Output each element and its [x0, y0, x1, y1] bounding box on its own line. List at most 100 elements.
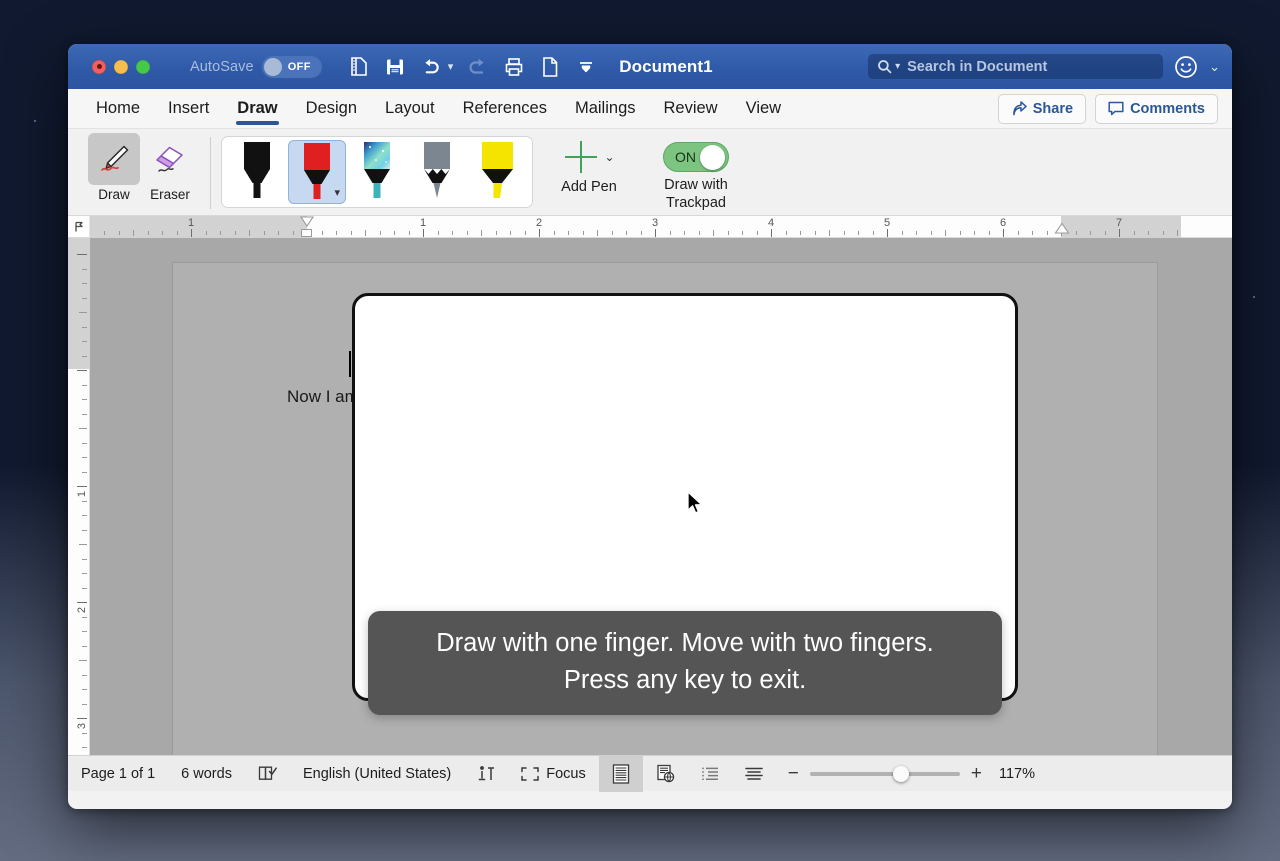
add-pen-chevron-icon[interactable]: ⌄: [604, 150, 614, 164]
accessibility-checker[interactable]: [464, 756, 508, 792]
eraser-tool-label: Eraser: [150, 187, 190, 202]
autosave-state-label: OFF: [288, 61, 311, 73]
first-line-indent-marker[interactable]: [299, 216, 315, 229]
search-input[interactable]: ▾ Search in Document: [868, 54, 1163, 79]
titlebar-right: ▾ Search in Document ⌄: [868, 54, 1220, 80]
web-layout-view[interactable]: [643, 756, 688, 792]
search-icon: [877, 59, 892, 74]
tab-review[interactable]: Review: [650, 89, 732, 129]
eraser-tool-box: [144, 133, 196, 185]
pen-red[interactable]: ▾: [288, 140, 346, 204]
top-margin-zone: [68, 238, 90, 369]
draw-tool[interactable]: Draw: [86, 133, 142, 202]
outline-view[interactable]: [688, 756, 732, 792]
vruler-number: 1: [76, 491, 88, 497]
zoom-slider-knob[interactable]: [893, 766, 909, 782]
document-canvas[interactable]: Now I am going to draw! Draw with one fi…: [90, 238, 1232, 755]
pencil-gray[interactable]: [408, 140, 466, 204]
print-layout-view[interactable]: [599, 756, 643, 792]
focus-mode-button[interactable]: Focus: [508, 756, 599, 792]
search-placeholder: Search in Document: [907, 59, 1047, 75]
zoom-out-button[interactable]: −: [788, 764, 799, 783]
draw-tool-box: [88, 133, 140, 185]
undo-chevron-icon[interactable]: ▾: [448, 60, 454, 73]
tab-layout[interactable]: Layout: [371, 89, 449, 129]
ribbon-divider: [210, 137, 211, 209]
left-margin-zone: [90, 216, 307, 238]
account-chevron-icon[interactable]: ⌄: [1209, 59, 1220, 75]
smiley-face-icon[interactable]: [1173, 54, 1199, 80]
autosave-toggle[interactable]: OFF: [262, 56, 322, 78]
focus-icon: [521, 767, 539, 781]
tab-references[interactable]: References: [449, 89, 561, 129]
autosave-toggle-knob: [264, 58, 282, 76]
accessibility-icon: [477, 765, 495, 783]
add-pen-button[interactable]: ⌄ Add Pen: [549, 139, 629, 195]
zoom-controls: − + 117%: [776, 764, 1047, 783]
outline-icon: [701, 766, 719, 782]
vertical-ruler[interactable]: 1 2 3: [68, 238, 90, 755]
ruler-number: 3: [652, 217, 658, 229]
word-count[interactable]: 6 words: [168, 756, 245, 792]
comments-button[interactable]: Comments: [1095, 94, 1218, 124]
right-indent-marker[interactable]: [1054, 222, 1070, 236]
print-layout-icon: [612, 764, 630, 784]
plus-icon: [563, 139, 599, 175]
pen-black[interactable]: [228, 140, 286, 204]
ruler-number: 4: [768, 217, 774, 229]
tab-design[interactable]: Design: [292, 89, 371, 129]
eraser-tool[interactable]: Eraser: [142, 133, 198, 202]
draft-view[interactable]: [732, 756, 776, 792]
customize-toolbar-icon[interactable]: [575, 56, 597, 78]
pen-red-chevron-icon[interactable]: ▾: [334, 186, 340, 199]
ruler-number: 2: [536, 217, 542, 229]
window-controls: [92, 60, 150, 74]
zoom-level-label[interactable]: 117%: [993, 766, 1035, 782]
highlighter-yellow[interactable]: [468, 140, 526, 204]
tab-view[interactable]: View: [732, 89, 795, 129]
draw-ribbon: Draw Eraser: [68, 129, 1232, 216]
tab-stop-selector[interactable]: [68, 216, 90, 238]
draft-icon: [745, 767, 763, 781]
horizontal-ruler[interactable]: 1 1 2 3 4 5 6 7: [90, 216, 1232, 238]
title-bar: AutoSave OFF ▾: [68, 44, 1232, 89]
sidebar-icon[interactable]: [348, 56, 370, 78]
close-button[interactable]: [92, 60, 106, 74]
document-title: Document1: [619, 57, 712, 77]
pen-rainbow[interactable]: [348, 140, 406, 204]
tab-insert[interactable]: Insert: [154, 89, 223, 129]
trackpad-toggle-knob: [700, 145, 725, 170]
minimize-button[interactable]: [114, 60, 128, 74]
trackpad-state-label: ON: [667, 149, 696, 165]
word-count-label: 6 words: [181, 766, 232, 782]
share-label: Share: [1033, 101, 1073, 117]
left-indent-marker[interactable]: [301, 229, 312, 237]
zoom-slider[interactable]: [810, 772, 960, 776]
tab-mailings[interactable]: Mailings: [561, 89, 650, 129]
tab-home[interactable]: Home: [82, 89, 154, 129]
hint-line-1: Draw with one finger. Move with two fing…: [436, 629, 933, 657]
search-chevron-icon[interactable]: ▾: [895, 61, 900, 72]
tab-draw[interactable]: Draw: [223, 89, 291, 129]
autosave-control[interactable]: AutoSave OFF: [190, 56, 322, 78]
tabbar-actions: Share Comments: [998, 94, 1232, 124]
ruler-number: 7: [1116, 217, 1122, 229]
undo-icon[interactable]: [420, 56, 442, 78]
ruler-number: 6: [1000, 217, 1006, 229]
save-icon[interactable]: [384, 56, 406, 78]
pencil-gray-icon: [416, 140, 458, 204]
focus-label: Focus: [546, 766, 586, 782]
zoom-in-button[interactable]: +: [971, 764, 982, 783]
share-button[interactable]: Share: [998, 94, 1086, 124]
share-icon: [1011, 101, 1027, 117]
page-indicator[interactable]: Page 1 of 1: [68, 756, 168, 792]
new-document-icon[interactable]: [539, 56, 561, 78]
print-icon[interactable]: [503, 56, 525, 78]
vruler-number: 2: [76, 607, 88, 613]
language-indicator[interactable]: English (United States): [290, 756, 464, 792]
redo-icon[interactable]: [467, 56, 489, 78]
zoom-button[interactable]: [136, 60, 150, 74]
draw-with-trackpad-toggle[interactable]: ON: [663, 142, 729, 172]
language-label: English (United States): [303, 766, 451, 782]
spellcheck-status[interactable]: [245, 756, 290, 792]
